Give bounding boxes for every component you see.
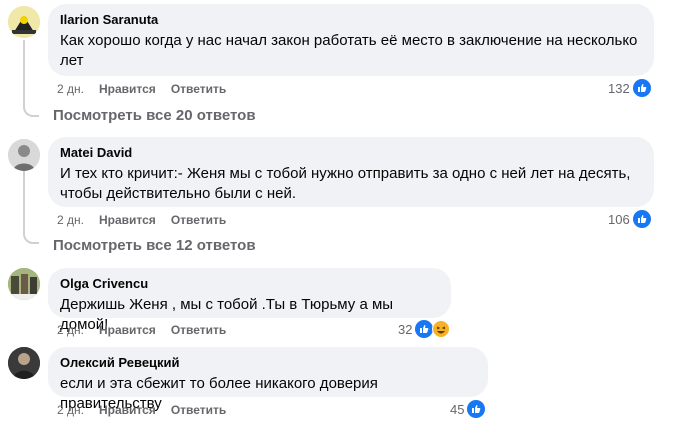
thread-elbow [23, 100, 39, 117]
like-button[interactable]: Нравится [99, 402, 156, 418]
comment-bubble: Олексий Ревецкий если и эта сбежит то бо… [48, 347, 488, 412]
reactions-count: 106 [608, 211, 630, 227]
comment-time[interactable]: 2 дн. [57, 81, 84, 97]
reply-button[interactable]: Ответить [171, 402, 226, 418]
comment-author[interactable]: Олексий Ревецкий [60, 355, 476, 371]
comment-actions: 2 дн. Нравится Ответить [57, 81, 226, 97]
comment-time[interactable]: 2 дн. [57, 212, 84, 228]
comment-bubble: Matei David И тех кто кричит:- Женя мы с… [48, 137, 654, 207]
reactions[interactable]: 106 [608, 210, 651, 228]
reply-button[interactable]: Ответить [171, 81, 226, 97]
comment-text: Как хорошо когда у нас начал закон работ… [60, 32, 638, 69]
comment-bubble: Ilarion Saranuta Как хорошо когда у нас … [48, 4, 654, 76]
reactions[interactable]: 32 [398, 320, 451, 338]
avatar-image [8, 268, 40, 300]
comment-time[interactable]: 2 дн. [57, 402, 84, 418]
reactions-count: 32 [398, 321, 413, 337]
thread-line [23, 40, 25, 102]
reactions[interactable]: 132 [608, 79, 651, 97]
view-replies-link[interactable]: Посмотреть все 20 ответов [53, 106, 256, 126]
comment-time[interactable]: 2 дн. [57, 322, 84, 338]
avatar[interactable] [8, 268, 40, 300]
like-button[interactable]: Нравится [99, 212, 156, 228]
like-icon [467, 400, 486, 418]
like-button[interactable]: Нравится [99, 322, 156, 338]
reactions[interactable]: 45 [450, 400, 486, 418]
like-icon [632, 79, 651, 97]
reactions-count: 45 [450, 401, 465, 417]
avatar[interactable] [8, 6, 40, 38]
comment-actions: 2 дн. Нравится Ответить [57, 212, 226, 228]
comment-actions: 2 дн. Нравится Ответить [57, 322, 226, 338]
comment-author[interactable]: Matei David [60, 145, 642, 161]
comment-text: И тех кто кричит:- Женя мы с тобой нужно… [60, 165, 631, 202]
like-icon [415, 320, 434, 338]
reactions-count: 132 [608, 80, 630, 96]
reply-button[interactable]: Ответить [171, 322, 226, 338]
comment-author[interactable]: Ilarion Saranuta [60, 12, 642, 28]
avatar[interactable] [8, 347, 40, 379]
avatar-image [8, 347, 40, 379]
avatar-image [8, 139, 40, 171]
comment-author[interactable]: Olga Crivencu [60, 276, 439, 292]
thread-elbow [23, 226, 39, 244]
haha-icon [432, 320, 451, 338]
avatar[interactable] [8, 139, 40, 171]
comment-actions: 2 дн. Нравится Ответить [57, 402, 226, 418]
view-replies-link[interactable]: Посмотреть все 12 ответов [53, 236, 256, 256]
reply-button[interactable]: Ответить [171, 212, 226, 228]
like-button[interactable]: Нравится [99, 81, 156, 97]
like-icon [632, 210, 651, 228]
thread-line [23, 171, 25, 228]
comment-bubble: Olga Crivencu Держишь Женя , мы с тобой … [48, 268, 451, 333]
avatar-image [8, 6, 40, 38]
